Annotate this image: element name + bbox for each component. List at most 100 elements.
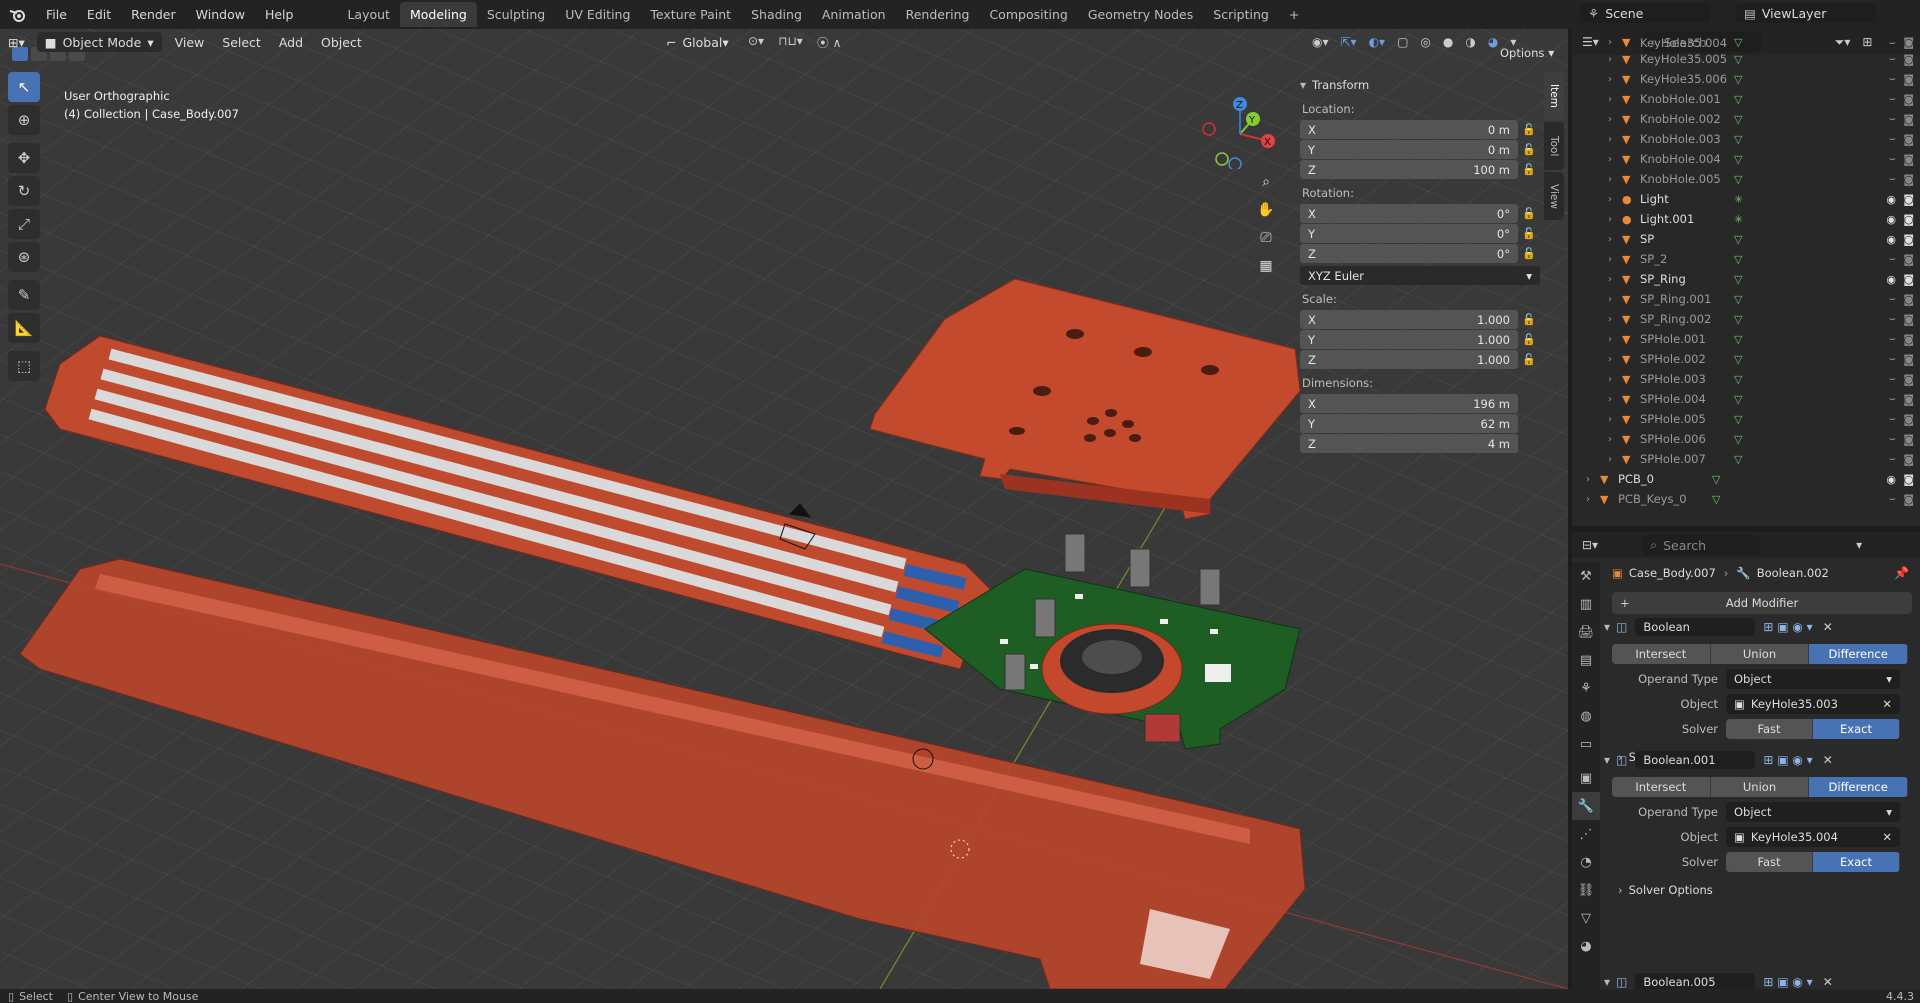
move-tool[interactable]: ✥ bbox=[8, 143, 40, 173]
eye-closed-icon[interactable]: ⌣ bbox=[1889, 112, 1896, 126]
workspace-tab-animation[interactable]: Animation bbox=[812, 2, 896, 27]
eye-closed-icon[interactable]: ⌣ bbox=[1889, 352, 1896, 366]
expand-arrow-icon[interactable]: › bbox=[1608, 434, 1622, 445]
camera-render-icon[interactable]: ◙ bbox=[1903, 413, 1914, 426]
expand-arrow-icon[interactable]: › bbox=[1608, 37, 1622, 48]
outliner-item[interactable]: › ▼ SPHole.006 ▽ ⌣ ◙ bbox=[1572, 429, 1920, 449]
xray-icon[interactable]: ▢ bbox=[1397, 35, 1408, 49]
expand-arrow-icon[interactable]: › bbox=[1608, 74, 1622, 85]
camera-render-icon[interactable]: ◙ bbox=[1903, 313, 1914, 326]
camera-view-icon[interactable]: ⎚ bbox=[1253, 230, 1279, 258]
eye-icon[interactable]: ◉ bbox=[1886, 273, 1896, 286]
operation-difference-button[interactable]: Difference bbox=[1809, 644, 1908, 664]
lock-icon[interactable]: 🔓 bbox=[1518, 163, 1540, 176]
workspace-tab-modeling[interactable]: Modeling bbox=[399, 2, 477, 27]
expand-arrow-icon[interactable]: › bbox=[1608, 374, 1622, 385]
expand-arrow-icon[interactable]: › bbox=[1608, 454, 1622, 465]
material-shading-icon[interactable]: ◑ bbox=[1465, 35, 1475, 49]
render-icon[interactable]: ▥ bbox=[1572, 590, 1600, 618]
menu-edit[interactable]: Edit bbox=[77, 7, 121, 22]
outliner-item[interactable]: › ▼ KnobHole.005 ▽ ⌣ ◙ bbox=[1572, 169, 1920, 189]
select-box-tool[interactable]: ↖ bbox=[8, 72, 40, 102]
pan-hand-icon[interactable]: ✋ bbox=[1253, 202, 1279, 230]
outliner-item[interactable]: › ▼ SPHole.002 ▽ ⌣ ◙ bbox=[1572, 349, 1920, 369]
modifier-wrench-icon[interactable]: 🔧 bbox=[1572, 792, 1600, 820]
menu-window[interactable]: Window bbox=[186, 7, 255, 22]
scale-x-field[interactable]: X 1.000 bbox=[1300, 310, 1518, 329]
camera-render-icon[interactable]: ◙ bbox=[1903, 233, 1914, 246]
workspace-tab-rendering[interactable]: Rendering bbox=[896, 2, 980, 27]
modifier-name-field[interactable]: Boolean.001 bbox=[1635, 751, 1756, 769]
workspace-tab-texture-paint[interactable]: Texture Paint bbox=[640, 2, 741, 27]
object-icon[interactable]: ▣ bbox=[1572, 764, 1600, 792]
properties-editor-icon[interactable]: ⊟▾ bbox=[1582, 538, 1598, 552]
eye-closed-icon[interactable]: ⌣ bbox=[1889, 432, 1896, 446]
eye-icon[interactable]: ◉ bbox=[1886, 473, 1896, 486]
outliner-item[interactable]: › ▼ SPHole.005 ▽ ⌣ ◙ bbox=[1572, 409, 1920, 429]
constraints-icon[interactable]: ⛓ bbox=[1572, 876, 1600, 904]
lock-icon[interactable]: 🔓 bbox=[1518, 313, 1540, 326]
menu-help[interactable]: Help bbox=[255, 7, 304, 22]
sidebar-tab-item[interactable]: Item bbox=[1544, 72, 1564, 120]
workspace-tab-scripting[interactable]: Scripting bbox=[1203, 2, 1279, 27]
camera-render-icon[interactable]: ◙ bbox=[1903, 93, 1914, 106]
workspace-tab-compositing[interactable]: Compositing bbox=[979, 2, 1077, 27]
outliner-item[interactable]: › ▼ KnobHole.002 ▽ ⌣ ◙ bbox=[1572, 109, 1920, 129]
expand-arrow-icon[interactable]: › bbox=[1608, 274, 1622, 285]
outliner-item[interactable]: › ▼ KnobHole.003 ▽ ⌣ ◙ bbox=[1572, 129, 1920, 149]
expand-arrow-icon[interactable]: › bbox=[1608, 194, 1622, 205]
rotation-x-field[interactable]: X 0° bbox=[1300, 204, 1518, 223]
operation-difference-button[interactable]: Difference bbox=[1809, 777, 1908, 797]
outliner-item[interactable]: › ▼ KeyHole35.005 ▽ ⌣ ◙ bbox=[1572, 49, 1920, 69]
eye-closed-icon[interactable]: ⌣ bbox=[1889, 52, 1896, 66]
rendered-shading-icon[interactable]: ◕ bbox=[1488, 35, 1498, 49]
lock-icon[interactable]: 🔓 bbox=[1518, 227, 1540, 240]
camera-render-icon[interactable]: ◙ bbox=[1903, 73, 1914, 86]
shading-options-icon[interactable]: ▾ bbox=[1510, 35, 1516, 49]
expand-arrow-icon[interactable]: › bbox=[1608, 134, 1622, 145]
physics-icon[interactable]: ◔ bbox=[1572, 848, 1600, 876]
camera-render-icon[interactable]: ◙ bbox=[1903, 113, 1914, 126]
eye-closed-icon[interactable]: ⌣ bbox=[1889, 312, 1896, 326]
eye-closed-icon[interactable]: ⌣ bbox=[1889, 392, 1896, 406]
rotation-z-field[interactable]: Z 0° bbox=[1300, 244, 1518, 263]
solver-exact-button[interactable]: Exact bbox=[1813, 852, 1900, 872]
expand-arrow-icon[interactable]: › bbox=[1608, 154, 1622, 165]
cursor-tool[interactable]: ⊕ bbox=[8, 105, 40, 135]
outliner-item[interactable]: › ▼ PCB_Keys_0 ▽ ⌣ ◙ bbox=[1572, 489, 1920, 509]
camera-render-icon[interactable]: ◙ bbox=[1903, 453, 1914, 466]
editor-type-button[interactable]: ⊞▾ bbox=[0, 32, 33, 52]
eye-closed-icon[interactable]: ⌣ bbox=[1889, 132, 1896, 146]
rotate-tool[interactable]: ↻ bbox=[8, 176, 40, 206]
proportional-edit-icon[interactable]: ⦿ ∧ bbox=[817, 34, 842, 51]
overlay-toggle-icon[interactable]: ◐▾ bbox=[1369, 35, 1386, 49]
outliner-item[interactable]: › ▼ SP_Ring ▽ ◉ ◙ bbox=[1572, 269, 1920, 289]
workspace-tab-layout[interactable]: Layout bbox=[337, 2, 400, 27]
remove-modifier-icon[interactable]: ✕ bbox=[1823, 975, 1833, 989]
menu-file[interactable]: File bbox=[36, 7, 77, 22]
camera-render-icon[interactable]: ◙ bbox=[1903, 53, 1914, 66]
rotation-y-field[interactable]: Y 0° bbox=[1300, 224, 1518, 243]
outliner-item[interactable]: › ▼ KnobHole.001 ▽ ⌣ ◙ bbox=[1572, 89, 1920, 109]
eye-closed-icon[interactable]: ⌣ bbox=[1889, 372, 1896, 386]
outliner-item[interactable]: › ▼ SPHole.004 ▽ ⌣ ◙ bbox=[1572, 389, 1920, 409]
expand-arrow-icon[interactable]: › bbox=[1608, 54, 1622, 65]
material-icon[interactable]: ◕ bbox=[1572, 932, 1600, 960]
operand-type-select[interactable]: Object ▾ bbox=[1726, 802, 1900, 822]
operation-intersect-button[interactable]: Intersect bbox=[1612, 777, 1711, 797]
add-cube-tool[interactable]: ⬚ bbox=[8, 351, 40, 381]
modifier-visibility-icons[interactable]: ⊞ ▣ ◉ ▾ bbox=[1763, 620, 1812, 634]
expand-arrow-icon[interactable]: › bbox=[1608, 414, 1622, 425]
eye-closed-icon[interactable]: ⌣ bbox=[1889, 152, 1896, 166]
lock-icon[interactable]: 🔓 bbox=[1518, 247, 1540, 260]
solid-shading-icon[interactable]: ● bbox=[1443, 35, 1453, 49]
gizmo-toggle-icon[interactable]: ⇱▾ bbox=[1341, 35, 1357, 49]
eye-closed-icon[interactable]: ⌣ bbox=[1889, 492, 1896, 506]
clear-object-icon[interactable]: ✕ bbox=[1882, 830, 1892, 844]
camera-render-icon[interactable]: ◙ bbox=[1903, 173, 1914, 186]
dimensions-z-field[interactable]: Z 4 m bbox=[1300, 434, 1518, 453]
expand-arrow-icon[interactable]: › bbox=[1608, 394, 1622, 405]
expand-arrow-icon[interactable]: › bbox=[1608, 114, 1622, 125]
modifier-header-boolean-005[interactable]: ▾ ◫ Boolean.005 ⊞ ▣ ◉ ▾ ✕ bbox=[1604, 972, 1916, 989]
expand-arrow-icon[interactable]: › bbox=[1608, 214, 1622, 225]
